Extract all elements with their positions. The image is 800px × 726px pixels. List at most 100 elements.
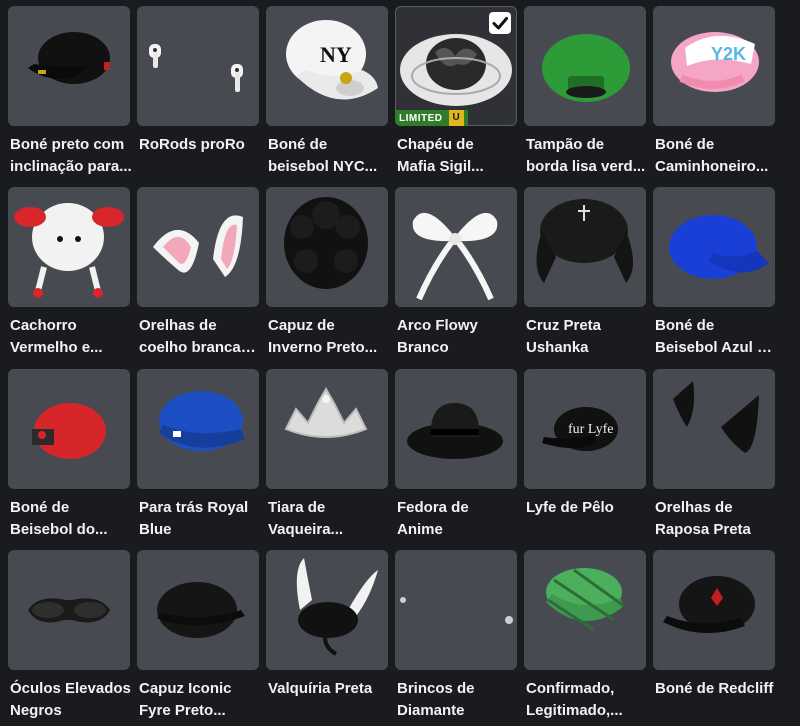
accessory-thumbnail[interactable] (395, 369, 517, 489)
accessory-name: Cachorro Vermelho e... (10, 315, 132, 359)
accessory-thumbnail[interactable] (8, 6, 130, 126)
accessory-card[interactable]: Brincos de Diamante (395, 550, 517, 726)
accessory-name-line1: Cruz Preta (526, 317, 602, 334)
accessory-card[interactable]: Confirmado, Legitimado,... (524, 550, 646, 726)
svg-text:NY: NY (320, 42, 352, 67)
accessory-card[interactable]: Cruz Preta Ushanka (524, 187, 646, 363)
accessory-name-line1: Para trás Royal (139, 499, 249, 516)
accessory-name: Boné de beisebol NYC... (268, 134, 390, 178)
accessory-card[interactable]: RoRods proRo (137, 6, 259, 182)
accessory-name-line2: Beisebol do... (10, 521, 108, 538)
accessory-thumbnail[interactable] (137, 187, 259, 307)
accessory-thumbnail[interactable] (653, 187, 775, 307)
accessory-name-line2: Fyre Preto... (139, 702, 226, 719)
accessory-thumbnail[interactable] (8, 369, 130, 489)
accessory-name-line1: Orelhas de (655, 499, 733, 516)
accessory-name-line1: Boné de (655, 317, 715, 334)
accessory-name-line1: Boné de (655, 136, 715, 153)
svg-text:fur Lyfe: fur Lyfe (568, 422, 613, 437)
accessory-name: Boné de Caminhoneiro... (655, 134, 777, 178)
accessory-thumbnail[interactable] (524, 550, 646, 670)
accessory-name-line2: Negros (10, 702, 62, 719)
accessory-name: Orelhas de coelho brancas... (139, 315, 261, 359)
accessory-thumbnail[interactable]: fur Lyfe (524, 369, 646, 489)
accessory-name-line2: Caminhoneiro... (655, 158, 769, 175)
accessory-name: Boné de Redcliff (655, 678, 777, 700)
accessory-card[interactable]: Tampão de borda lisa verd... (524, 6, 646, 182)
accessory-grid: Boné preto com inclinação para... RoRods p… (0, 0, 800, 720)
equipped-check-icon[interactable] (489, 12, 511, 34)
accessory-thumbnail[interactable] (137, 369, 259, 489)
limited-label: LIMITED (399, 112, 443, 124)
accessory-card[interactable]: Boné de Redcliff (653, 550, 775, 726)
accessory-card[interactable]: Arco Flowy Branco (395, 187, 517, 363)
accessory-name: Óculos Elevados Negros (10, 678, 132, 722)
accessory-name-line2: coelho brancas... (139, 339, 261, 356)
accessory-thumbnail[interactable] (8, 187, 130, 307)
accessory-name-line2: Vermelho e... (10, 339, 103, 356)
accessory-card[interactable]: Boné de Beisebol Azul d... (653, 187, 777, 363)
accessory-card[interactable]: Valquíria Preta (266, 550, 388, 726)
accessory-name-line2: beisebol NYC... (268, 158, 378, 175)
accessory-card[interactable]: Para trás Royal Blue (137, 369, 259, 545)
limited-badge: LIMITED U (395, 110, 469, 126)
accessory-thumbnail[interactable]: NY (266, 6, 388, 126)
accessory-card[interactable]: Capuz Iconic Fyre Preto... (137, 550, 259, 726)
accessory-name: Brincos de Diamante (397, 678, 519, 722)
accessory-card[interactable]: LIMITED U Chapéu de Mafia Sigil... (395, 6, 517, 182)
accessory-name: Capuz de Inverno Preto... (268, 315, 390, 359)
accessory-card[interactable]: Tiara de Vaqueira... (266, 369, 388, 545)
accessory-name: Orelhas de Raposa Preta (655, 497, 777, 541)
accessory-name-line2: Raposa Preta (655, 521, 751, 538)
accessory-name-line2: Legitimado,... (526, 702, 623, 719)
accessory-name: Boné de Beisebol do... (10, 497, 132, 541)
accessory-card[interactable]: Óculos Elevados Negros (8, 550, 132, 726)
accessory-card[interactable]: fur Lyfe Lyfe de Pêlo (524, 369, 646, 545)
accessory-name: Lyfe de Pêlo (526, 497, 648, 519)
accessory-name-line2: Ushanka (526, 339, 589, 356)
accessory-thumbnail[interactable] (266, 550, 388, 670)
accessory-thumbnail[interactable] (137, 6, 259, 126)
accessory-name-line1: Cachorro (10, 317, 77, 334)
accessory-name-line2: Diamante (397, 702, 465, 719)
accessory-name-line1: Arco Flowy (397, 317, 478, 334)
accessory-name: Boné preto com inclinação para... (10, 134, 132, 178)
accessory-thumbnail[interactable] (266, 187, 388, 307)
accessory-thumbnail[interactable]: Y2K (653, 6, 775, 126)
accessory-name-line1: Confirmado, (526, 680, 615, 697)
accessory-thumbnail[interactable] (395, 187, 517, 307)
accessory-card[interactable]: Orelhas de coelho brancas... (137, 187, 261, 363)
accessory-name-line1: Tiara de (268, 499, 326, 516)
accessory-card[interactable]: Boné de Beisebol do... (8, 369, 130, 545)
accessory-thumbnail[interactable] (524, 187, 646, 307)
accessory-name-line1: Orelhas de (139, 317, 217, 334)
accessory-name-line2: borda lisa verd... (526, 158, 646, 175)
accessory-card[interactable]: Orelhas de Raposa Preta (653, 369, 775, 545)
accessory-thumbnail[interactable]: LIMITED U (395, 6, 517, 126)
accessory-name-line2: Beisebol Azul d... (655, 339, 777, 356)
accessory-thumbnail[interactable] (266, 369, 388, 489)
accessory-name: Capuz Iconic Fyre Preto... (139, 678, 261, 722)
accessory-card[interactable]: NY Boné de beisebol NYC... (266, 6, 388, 182)
accessory-thumbnail[interactable] (524, 6, 646, 126)
accessory-card[interactable]: Fedora de Anime (395, 369, 517, 545)
limited-u-label: U (448, 110, 465, 126)
accessory-name: Confirmado, Legitimado,... (526, 678, 648, 722)
accessory-name-line1: Lyfe de Pêlo (526, 499, 614, 516)
accessory-name: Boné de Beisebol Azul d... (655, 315, 777, 359)
accessory-thumbnail[interactable] (653, 369, 775, 489)
accessory-thumbnail[interactable] (395, 550, 517, 670)
accessory-name: Chapéu de Mafia Sigil... (397, 134, 519, 178)
accessory-name-line1: Capuz Iconic (139, 680, 232, 697)
accessory-thumbnail[interactable] (653, 550, 775, 670)
svg-text:Y2K: Y2K (711, 44, 746, 64)
accessory-thumbnail[interactable] (8, 550, 130, 670)
accessory-card[interactable]: Capuz de Inverno Preto... (266, 187, 388, 363)
accessory-card[interactable]: Cachorro Vermelho e... (8, 187, 130, 363)
accessory-thumbnail[interactable] (137, 550, 259, 670)
accessory-card[interactable]: Y2K Boné de Caminhoneiro... (653, 6, 775, 182)
accessory-card[interactable]: Boné preto com inclinação para... (8, 6, 132, 182)
accessory-name-line1: Boné de (268, 136, 328, 153)
accessory-name: Arco Flowy Branco (397, 315, 519, 359)
accessory-name-line1: Boné de (10, 499, 70, 516)
